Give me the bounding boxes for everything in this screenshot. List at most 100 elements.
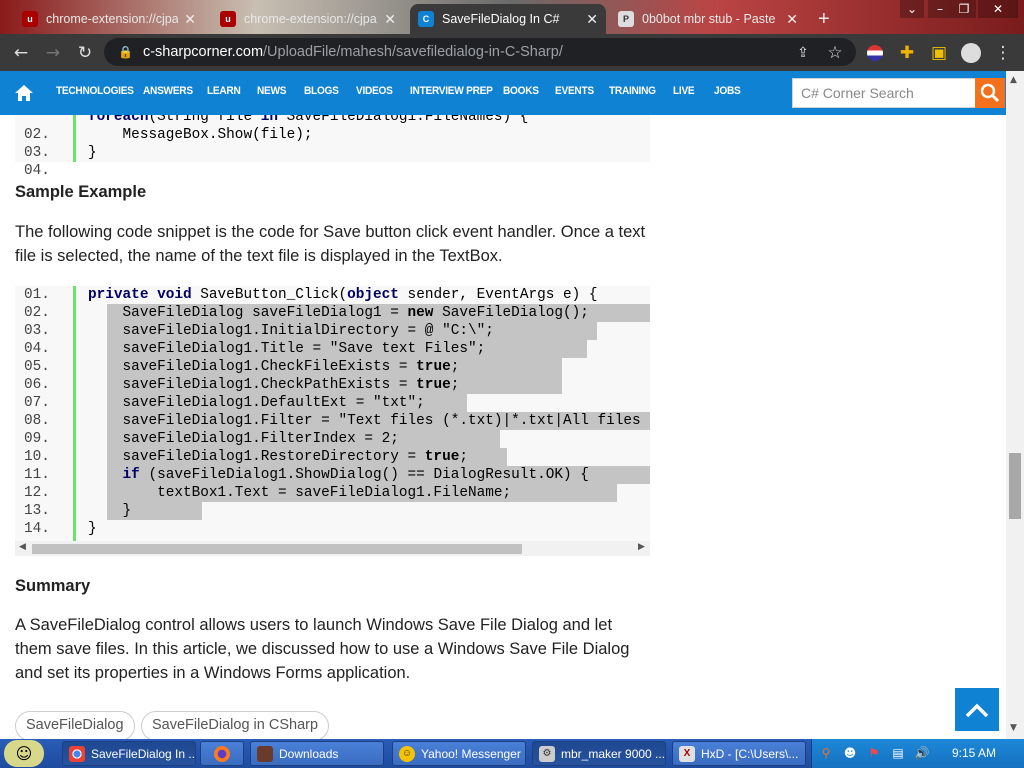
tab-search-icon[interactable]: ⌄	[900, 0, 924, 18]
tag-savefiledialog-csharp[interactable]: SaveFileDialog in CSharp	[141, 711, 330, 739]
search-icon[interactable]: ⚲	[818, 745, 834, 761]
tab-title: 0b0bot mbr stub - Paste	[642, 12, 776, 26]
task-downloads[interactable]: Downloads	[250, 741, 384, 766]
start-button[interactable]: ☺	[4, 740, 44, 767]
forward-icon[interactable]: →	[40, 40, 66, 66]
minimize-icon[interactable]: –	[928, 0, 952, 18]
address-bar[interactable]: 🔒 c-sharpcorner.com /UploadFile/mahesh/s…	[104, 38, 856, 66]
code-text: textBox1.Text = saveFileDialog1.FileName…	[88, 485, 512, 501]
code-line: 05. saveFileDialog1.CheckFileExists = tr…	[15, 358, 650, 376]
clock[interactable]: 9:15 AM	[952, 746, 996, 760]
tab-active[interactable]: C SaveFileDialog In C# ✕	[410, 4, 606, 34]
task-yahoo-messenger[interactable]: ☺ Yahoo! Messenger	[392, 741, 526, 766]
line-number: 02.	[24, 305, 50, 321]
back-icon[interactable]: ←	[8, 40, 34, 66]
code-line: 06. saveFileDialog1.CheckPathExists = tr…	[15, 376, 650, 394]
menu-kebab-icon[interactable]: ⋮	[990, 40, 1016, 66]
bookmark-star-icon[interactable]: ☆	[822, 40, 848, 66]
close-icon[interactable]: ✕	[184, 11, 196, 28]
code-text: saveFileDialog1.Title = "Save text Files…	[88, 341, 486, 357]
code-line: 03. saveFileDialog1.InitialDirectory = @…	[15, 322, 650, 340]
folder-icon	[257, 745, 273, 762]
task-mbr-maker[interactable]: ⚙ mbr_maker 9000 ...	[532, 741, 666, 766]
site-search-input[interactable]: C# Corner Search	[792, 78, 976, 108]
side-panel-icon[interactable]: ▣	[926, 40, 952, 66]
taskbar: ☺ SaveFileDialog In ... Downloads ☺ Yaho…	[0, 739, 1024, 768]
close-icon[interactable]: ✕	[586, 11, 598, 28]
ublock-icon: u	[220, 11, 236, 27]
scroll-down-icon[interactable]: ▼	[1010, 723, 1017, 733]
tab-4[interactable]: P 0b0bot mbr stub - Paste ✕	[610, 4, 806, 34]
task-label: Downloads	[279, 746, 339, 761]
tab-strip: u chrome-extension://cjpa ✕ u chrome-ext…	[0, 0, 1024, 34]
code-text: saveFileDialog1.FilterIndex = 2;	[88, 431, 399, 447]
code-line: 01. private void SaveButton_Click(object …	[15, 286, 650, 304]
line-number: 13.	[24, 503, 50, 519]
scroll-up-icon[interactable]: ▲	[1010, 75, 1017, 85]
line-number: 12.	[24, 485, 50, 501]
shield-warning-icon[interactable]: ⚑	[866, 745, 882, 761]
task-firefox[interactable]	[200, 741, 244, 766]
code-line: 14.}	[15, 520, 650, 538]
nav-technologies[interactable]: TECHNOLOGIES	[56, 85, 134, 97]
home-icon[interactable]	[14, 83, 34, 103]
page-vertical-scrollbar[interactable]: ▲ ▼	[1006, 71, 1024, 739]
network-icon[interactable]: ▤	[890, 745, 906, 761]
tab-title: chrome-extension://cjpa	[244, 12, 377, 26]
tab-2[interactable]: u chrome-extension://cjpa ✕	[212, 4, 404, 34]
smiley-start-icon: ☺	[15, 744, 33, 763]
code-text: foreach(String file in SaveFileDialog1.F…	[88, 115, 529, 125]
article-content: 02. foreach(String file in SaveFileDialo…	[0, 115, 1006, 739]
close-icon[interactable]: ✕	[384, 11, 396, 28]
nav-training[interactable]: TRAINING	[609, 85, 656, 97]
nav-blogs[interactable]: BLOGS	[304, 85, 339, 97]
code-text: saveFileDialog1.Filter = "Text files (*.…	[88, 413, 650, 429]
new-tab-button[interactable]: +	[812, 4, 842, 34]
smiley-icon[interactable]: ☻	[842, 745, 858, 761]
code-line: 13. }	[15, 502, 650, 520]
nav-learn[interactable]: LEARN	[207, 85, 241, 97]
code-text: private void SaveButton_Click(object sen…	[88, 287, 598, 303]
scroll-right-icon[interactable]: ▶	[638, 542, 645, 552]
system-tray: ⚲ ☻ ⚑ ▤ 🔊 9:15 AM	[811, 739, 1024, 768]
scrollbar-thumb[interactable]	[32, 544, 522, 554]
reload-icon[interactable]: ↻	[72, 40, 98, 66]
task-hxd[interactable]: X HxD - [C:\Users\...	[672, 741, 806, 766]
nav-interview-prep[interactable]: INTERVIEW PREP	[410, 85, 493, 97]
nav-answers[interactable]: ANSWERS	[143, 85, 193, 97]
code-text: }	[88, 503, 132, 519]
nav-books[interactable]: BOOKS	[503, 85, 539, 97]
code-line: 03. MessageBox.Show(file);	[15, 126, 650, 161]
restore-icon[interactable]: ❐	[952, 0, 976, 18]
code-line: 02. SaveFileDialog saveFileDialog1 = new…	[15, 304, 650, 322]
scroll-left-icon[interactable]: ◀	[19, 542, 26, 552]
extension-flag-icon[interactable]	[862, 40, 888, 66]
code-block-2[interactable]: 01. private void SaveButton_Click(object …	[15, 286, 650, 541]
nav-jobs[interactable]: JOBS	[714, 85, 741, 97]
volume-icon[interactable]: 🔊	[914, 745, 930, 761]
code-text: SaveFileDialog saveFileDialog1 = new Sav…	[88, 305, 589, 321]
code-text: saveFileDialog1.CheckPathExists = true;	[88, 377, 460, 393]
nav-events[interactable]: EVENTS	[555, 85, 594, 97]
summary-paragraph: A SaveFileDialog control allows users to…	[15, 616, 630, 682]
close-icon[interactable]: ✕	[786, 11, 798, 28]
nav-live[interactable]: LIVE	[673, 85, 695, 97]
section-heading-sample: Sample Example	[15, 183, 147, 201]
tab-1[interactable]: u chrome-extension://cjpa ✕	[14, 4, 204, 34]
task-chrome[interactable]: SaveFileDialog In ...	[62, 741, 196, 766]
nav-videos[interactable]: VIDEOS	[356, 85, 393, 97]
extensions-puzzle-icon[interactable]: ✚	[894, 40, 920, 66]
yahoo-messenger-icon: ☺	[399, 745, 415, 762]
ublock-icon: u	[22, 11, 38, 27]
line-number: 07.	[24, 395, 50, 411]
share-icon[interactable]: ⇪	[790, 40, 816, 66]
search-button[interactable]	[975, 78, 1005, 108]
code-horizontal-scrollbar[interactable]: ◀ ▶	[15, 541, 650, 556]
scroll-to-top-button[interactable]	[955, 688, 999, 731]
scrollbar-thumb[interactable]	[1009, 453, 1021, 519]
profile-avatar-icon[interactable]	[958, 40, 984, 66]
window-close-icon[interactable]: ✕	[978, 0, 1018, 18]
nav-news[interactable]: NEWS	[257, 85, 287, 97]
tag-savefiledialog[interactable]: SaveFileDialog	[15, 711, 135, 739]
line-number: 05.	[24, 359, 50, 375]
